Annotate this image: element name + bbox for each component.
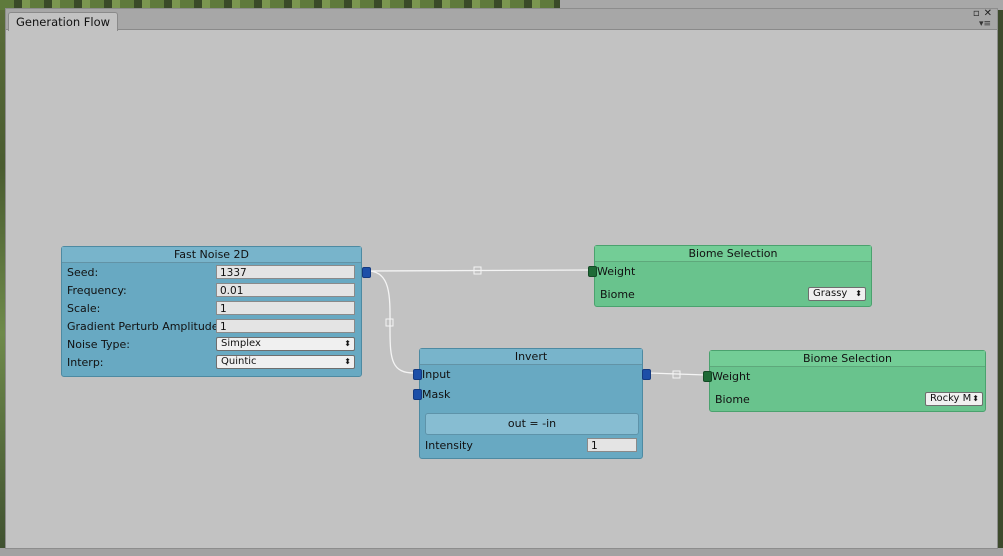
seed-label: Seed: [67, 266, 99, 279]
interp-value: Quintic [221, 356, 257, 367]
mask-row: Mask [422, 387, 450, 403]
dropdown-arrows-icon: ⬍ [344, 357, 351, 366]
biome-selection-node-2[interactable]: Biome Selection Weight Biome Rocky M ⬍ [703, 350, 986, 412]
gradient-perturb-row: Gradient Perturb Amplitude: 1 [67, 319, 357, 335]
noise-type-row: Noise Type: Simplex ⬍ [67, 337, 357, 353]
scale-field[interactable]: 1 [216, 301, 355, 315]
node-title[interactable]: Biome Selection [710, 351, 985, 367]
biome-row: Biome Grassy ⬍ [600, 287, 868, 303]
intensity-field[interactable]: 1 [587, 438, 637, 452]
input-row: Input [422, 367, 450, 383]
interp-row: Interp: Quintic ⬍ [67, 355, 357, 371]
invert-node[interactable]: Invert Input Mask out = -in Intensity 1 [413, 348, 651, 459]
mask-label: Mask [422, 388, 451, 401]
interp-label: Interp: [67, 356, 104, 369]
weight-label: Weight [597, 265, 636, 278]
input-label: Input [422, 368, 451, 381]
noise-type-value: Simplex [221, 338, 261, 349]
biome-value: Grassy [813, 288, 848, 299]
weight-port[interactable] [588, 266, 597, 277]
frequency-row: Frequency: 0.01 [67, 283, 357, 299]
interp-dropdown[interactable]: Quintic ⬍ [216, 355, 355, 369]
frequency-field[interactable]: 0.01 [216, 283, 355, 297]
noise-type-dropdown[interactable]: Simplex ⬍ [216, 337, 355, 351]
node-title[interactable]: Biome Selection [595, 246, 871, 262]
intensity-label: Intensity [425, 439, 473, 452]
gradient-perturb-field[interactable]: 1 [216, 319, 355, 333]
wire-noise-to-biome1 [367, 269, 591, 272]
expression-display[interactable]: out = -in [425, 413, 639, 435]
noise-type-label: Noise Type: [67, 338, 130, 351]
mask-port[interactable] [413, 389, 422, 400]
node-title[interactable]: Invert [420, 349, 642, 365]
biome-label: Biome [600, 288, 635, 301]
weight-row: Weight [597, 264, 635, 280]
wire-noise-to-invert [367, 270, 415, 374]
weight-label: Weight [712, 370, 751, 383]
gradient-perturb-label: Gradient Perturb Amplitude: [67, 320, 216, 333]
frequency-label: Frequency: [67, 284, 127, 297]
node-title[interactable]: Fast Noise 2D [62, 247, 361, 263]
fast-noise-2d-node[interactable]: Fast Noise 2D Seed: 1337 Frequency: 0.01… [61, 246, 371, 377]
wire-invert-to-biome2 [648, 372, 707, 376]
biome-row: Biome Rocky M ⬍ [715, 392, 983, 408]
scale-label: Scale: [67, 302, 101, 315]
biome-label: Biome [715, 393, 750, 406]
seed-row: Seed: 1337 [67, 265, 357, 281]
weight-row: Weight [712, 369, 750, 385]
biome-selection-node-1[interactable]: Biome Selection Weight Biome Grassy ⬍ [588, 245, 872, 307]
seed-field[interactable]: 1337 [216, 265, 355, 279]
intensity-row: Intensity 1 [425, 438, 637, 454]
biome-value: Rocky M [930, 393, 972, 404]
dropdown-arrows-icon: ⬍ [855, 289, 862, 298]
dropdown-arrows-icon: ⬍ [344, 339, 351, 348]
scale-row: Scale: 1 [67, 301, 357, 317]
output-port[interactable] [642, 369, 651, 380]
input-port[interactable] [413, 369, 422, 380]
biome-dropdown[interactable]: Rocky M ⬍ [925, 392, 983, 406]
weight-port[interactable] [703, 371, 712, 382]
output-port[interactable] [362, 267, 371, 278]
biome-dropdown[interactable]: Grassy ⬍ [808, 287, 866, 301]
dropdown-arrows-icon: ⬍ [972, 394, 979, 403]
